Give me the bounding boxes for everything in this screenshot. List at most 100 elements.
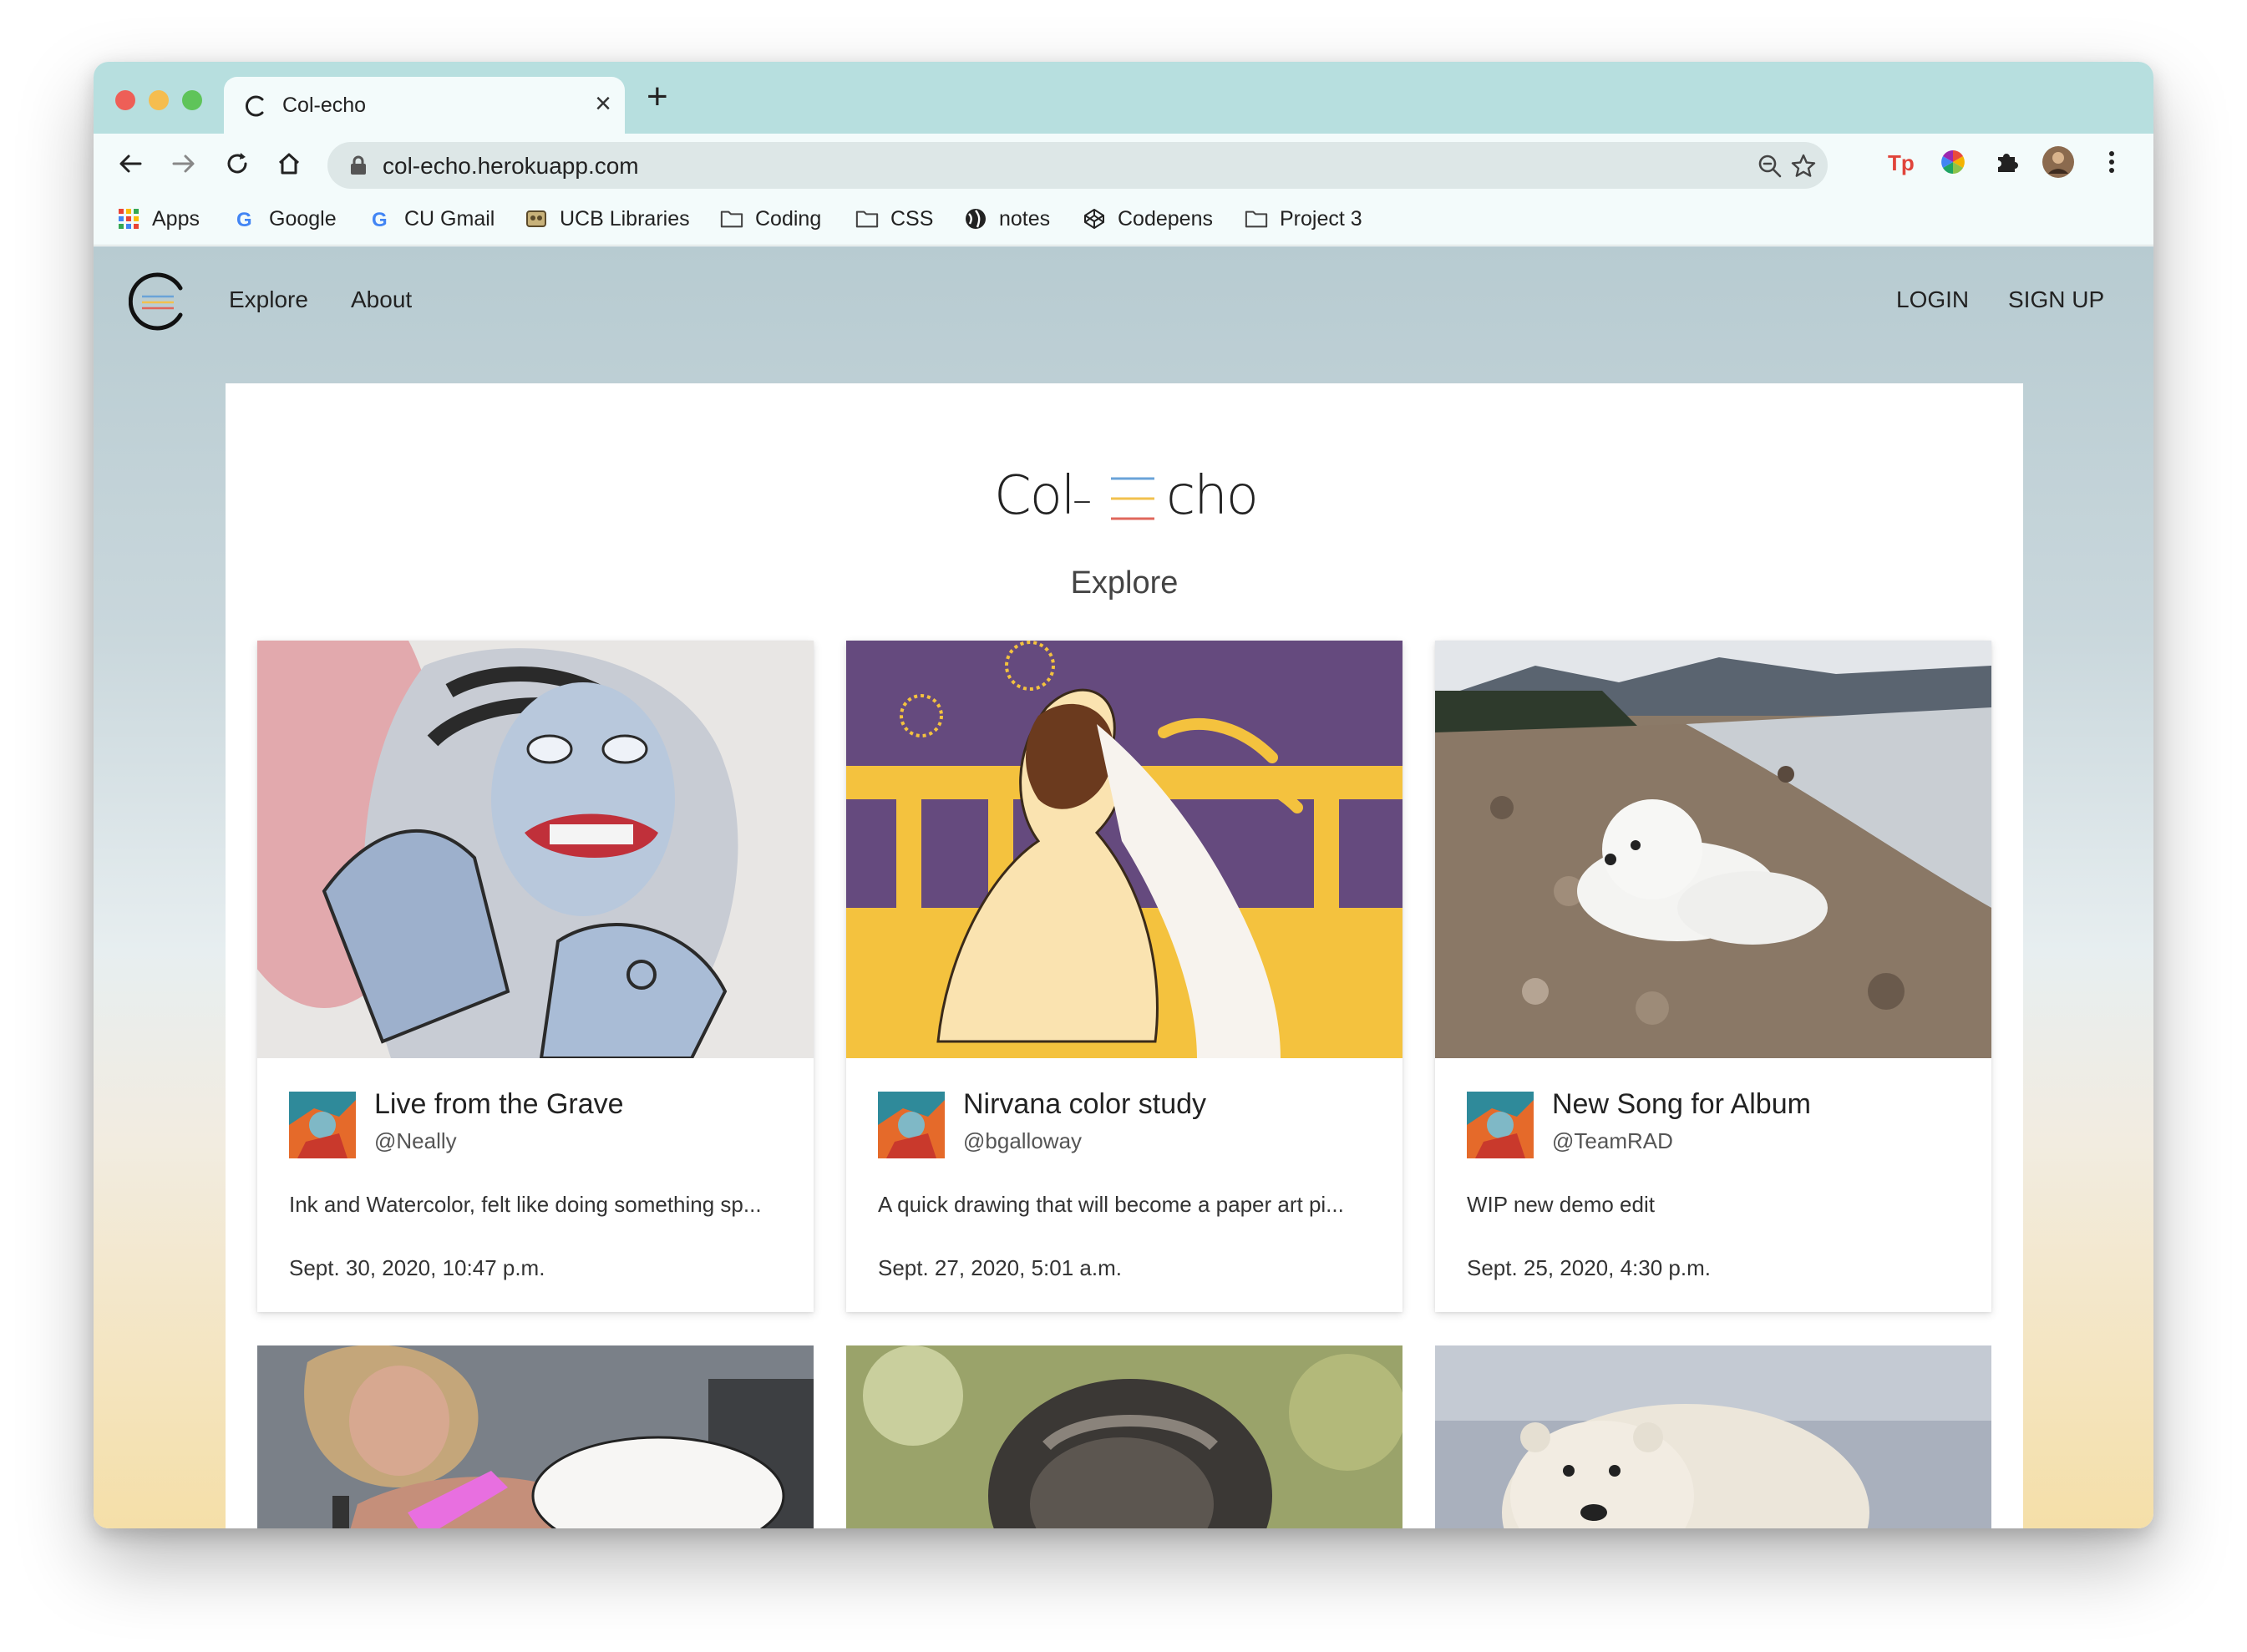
globe-icon [964,207,987,231]
brand-cho-text: cho [1166,465,1259,527]
post-photo-image[interactable] [846,1345,1402,1528]
bookmark-notes[interactable]: notes [964,205,1050,232]
forward-arrow-icon [172,155,195,173]
post-author-handle[interactable]: @TeamRAD [1552,1128,1673,1154]
close-window-button[interactable] [115,90,135,110]
post-card[interactable] [846,1345,1402,1528]
main-content-panel: Col – cho Explore Live from the Grave @N… [226,383,2023,1528]
post-card[interactable] [257,1345,814,1528]
home-button[interactable] [271,145,307,182]
author-avatar[interactable] [289,1092,356,1158]
google-icon: G [234,207,257,231]
bookmark-label: Codepens [1118,206,1213,231]
post-author-handle[interactable]: @bgalloway [963,1128,1082,1154]
forward-button[interactable] [165,145,202,182]
browser-tab[interactable]: Col-echo × [224,77,625,134]
minimize-window-button[interactable] [149,90,169,110]
bookmark-label: Coding [755,206,822,231]
post-artwork-image[interactable] [846,641,1402,1058]
bookmark-star-icon[interactable] [1789,152,1818,180]
profile-avatar[interactable] [2042,145,2075,179]
post-date: Sept. 30, 2020, 10:47 p.m. [289,1255,545,1280]
bookmark-label: Apps [152,206,200,231]
author-avatar[interactable] [1467,1092,1534,1158]
post-author-handle[interactable]: @Neally [374,1128,457,1154]
site-navbar: Explore About LOGIN SIGN UP [94,246,2153,372]
back-button[interactable] [112,145,149,182]
bookmarks-bar: Apps G Google G CU Gmail UCB Libraries C… [94,194,2153,246]
bookmark-cu-gmail[interactable]: G CU Gmail [369,205,495,232]
svg-text:G: G [372,209,388,230]
nav-login-link[interactable]: LOGIN [1896,286,1969,313]
post-date: Sept. 27, 2020, 5:01 a.m. [878,1255,1122,1280]
bookmark-ucb-libraries[interactable]: UCB Libraries [525,205,690,232]
lock-icon [351,155,366,175]
page-viewport: Explore About LOGIN SIGN UP Col – cho Ex… [94,246,2153,1528]
reload-icon [227,153,247,174]
tab-title: Col-echo [282,94,367,117]
folder-icon [720,207,743,231]
tab-close-icon[interactable]: × [595,87,611,120]
svg-text:G: G [236,209,252,230]
color-wheel-extension-icon[interactable] [1936,145,1970,179]
title-bar: Col-echo × + [94,62,2153,134]
section-title: Explore [1070,565,1179,600]
google-icon: G [369,207,393,231]
bookmark-label: Project 3 [1280,206,1362,231]
nav-explore-link[interactable]: Explore [229,286,308,313]
bookmark-label: CU Gmail [404,206,495,231]
bookmark-codepens[interactable]: Codepens [1083,205,1213,232]
bookmark-label: UCB Libraries [560,206,690,231]
post-title[interactable]: New Song for Album [1552,1088,1811,1121]
back-arrow-icon [119,155,142,173]
tp-extension-icon[interactable]: Tp [1884,145,1918,179]
nav-about-link[interactable]: About [351,286,412,313]
browser-window: Col-echo × + col-echo.herokuapp.com Tp A… [94,62,2153,1528]
bookmark-project-3-folder[interactable]: Project 3 [1245,205,1362,232]
browser-menu-icon[interactable] [2095,145,2128,179]
bookmark-google[interactable]: G Google [234,205,337,232]
post-date: Sept. 25, 2020, 4:30 p.m. [1467,1255,1711,1280]
post-artwork-image[interactable] [257,641,814,1058]
browser-toolbar: col-echo.herokuapp.com Tp [94,134,2153,194]
post-title[interactable]: Live from the Grave [374,1088,624,1121]
post-card[interactable]: Live from the Grave @Neally Ink and Wate… [257,641,814,1312]
home-icon [278,153,300,175]
post-photo-image[interactable] [1435,641,1991,1058]
bookmark-label: Google [269,206,337,231]
reload-button[interactable] [219,145,256,182]
post-card[interactable]: New Song for Album @TeamRAD WIP new demo… [1435,641,1991,1312]
extensions-puzzle-icon[interactable] [1990,145,2023,179]
svg-text:Tp: Tp [1888,150,1915,175]
post-description: WIP new demo edit [1467,1192,1655,1217]
post-title[interactable]: Nirvana color study [963,1088,1206,1121]
author-avatar[interactable] [878,1092,945,1158]
site-logo-icon[interactable] [129,271,189,332]
post-card[interactable]: Nirvana color study @bgalloway A quick d… [846,641,1402,1312]
new-tab-button[interactable]: + [647,79,668,115]
brand-wordmark: Col – cho [994,459,1261,527]
apps-grid-icon [117,207,140,231]
bookmark-coding-folder[interactable]: Coding [720,205,821,232]
post-description: A quick drawing that will become a paper… [878,1192,1344,1217]
post-photo-image[interactable] [257,1345,814,1528]
folder-icon [1245,207,1268,231]
bookmark-label: notes [999,206,1051,231]
address-bar[interactable]: col-echo.herokuapp.com [327,142,1828,189]
brand-lines-icon [1111,477,1154,520]
brand-dash-text: – [1073,477,1092,522]
zoom-window-button[interactable] [182,90,202,110]
bookmark-apps[interactable]: Apps [117,205,200,232]
codepen-icon [1083,207,1106,231]
library-icon [525,207,548,231]
post-photo-image[interactable] [1435,1345,1991,1528]
zoom-icon[interactable] [1756,152,1784,180]
post-description: Ink and Watercolor, felt like doing some… [289,1192,762,1217]
bookmark-label: CSS [890,206,934,231]
site-favicon-icon [246,95,264,117]
nav-signup-link[interactable]: SIGN UP [2008,286,2104,313]
folder-icon [855,207,879,231]
url-text[interactable]: col-echo.herokuapp.com [383,153,639,180]
post-card[interactable] [1435,1345,1991,1528]
bookmark-css-folder[interactable]: CSS [855,205,933,232]
